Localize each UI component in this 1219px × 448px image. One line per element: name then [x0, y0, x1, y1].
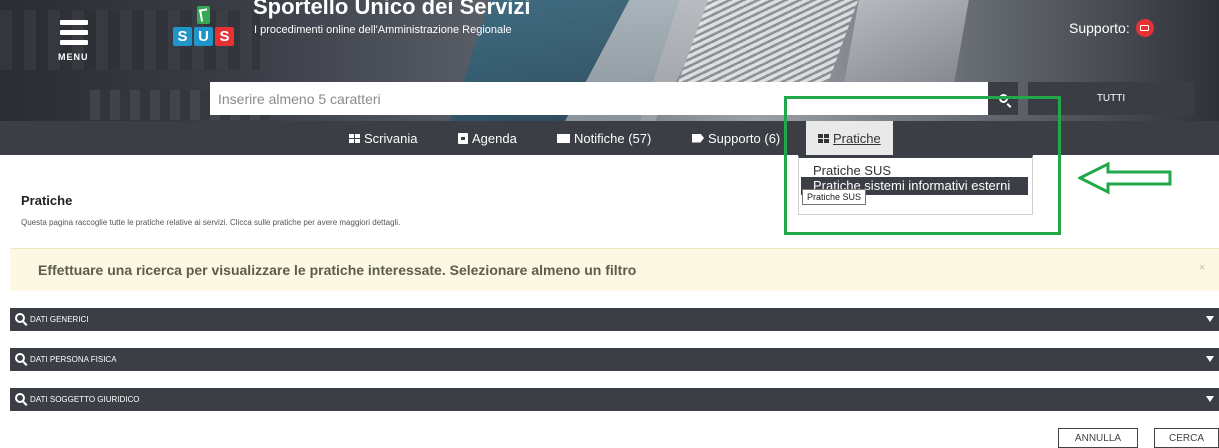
section-dati-persona-fisica[interactable]: DATI PERSONA FISICA — [10, 348, 1219, 371]
arrow-left-icon — [1078, 161, 1172, 195]
tag-icon — [692, 133, 704, 143]
nav-item-notifiche[interactable]: Notifiche (57) — [557, 121, 651, 155]
section-label: DATI SOGGETTO GIURIDICO — [30, 395, 140, 404]
caret-down-icon — [1206, 396, 1214, 402]
page-description: Questa pagina raccoglie tutte le pratich… — [21, 218, 401, 227]
alert-message: Effettuare una ricerca per visualizzare … — [38, 262, 637, 278]
site-title: Sportello Unico dei Servizi — [253, 0, 531, 19]
menu-button[interactable]: MENU — [58, 20, 98, 64]
close-icon[interactable]: × — [1199, 262, 1205, 274]
menu-label: MENU — [58, 52, 89, 62]
mail-icon — [1135, 19, 1154, 37]
logo-letter: S — [173, 27, 192, 46]
nav-item-label: Notifiche (57) — [574, 130, 652, 146]
nav-item-agenda[interactable]: Agenda — [458, 121, 517, 155]
sus-logo[interactable]: S U S — [173, 4, 235, 48]
section-dati-soggetto-giuridico[interactable]: DATI SOGGETTO GIURIDICO — [10, 388, 1219, 411]
alert-banner: Effettuare una ricerca per visualizzare … — [10, 248, 1219, 291]
nav-item-label: Agenda — [472, 130, 517, 146]
section-label: DATI GENERICI — [30, 315, 89, 324]
logo-letter: S — [215, 27, 234, 46]
search-submit-button[interactable]: CERCA — [1154, 428, 1219, 448]
logo-letter: U — [194, 27, 213, 46]
section-label: DATI PERSONA FISICA — [30, 355, 117, 364]
page-title: Pratiche — [21, 193, 73, 208]
search-icon — [15, 313, 25, 323]
nav-item-label: Scrivania — [364, 130, 418, 146]
nav-item-scrivania[interactable]: Scrivania — [349, 121, 417, 155]
search-icon — [15, 353, 25, 363]
cancel-button[interactable]: ANNULLA — [1058, 428, 1138, 448]
support-link[interactable]: Supporto: — [1069, 19, 1154, 37]
agenda-icon — [458, 132, 468, 144]
leaf-icon — [197, 6, 210, 24]
caret-down-icon — [1206, 356, 1214, 362]
nav-item-supporto[interactable]: Supporto (6) — [692, 121, 780, 155]
grid-icon — [349, 133, 360, 143]
search-icon — [15, 393, 25, 403]
section-dati-generici[interactable]: DATI GENERICI — [10, 308, 1219, 331]
nav-item-label: Supporto (6) — [708, 130, 781, 146]
support-label: Supporto: — [1069, 20, 1130, 36]
envelope-icon — [557, 133, 570, 143]
caret-down-icon — [1206, 316, 1214, 322]
highlight-box — [784, 96, 1061, 235]
site-subtitle: I procedimenti online dell'Amministrazio… — [254, 24, 512, 36]
hamburger-icon — [58, 20, 98, 45]
